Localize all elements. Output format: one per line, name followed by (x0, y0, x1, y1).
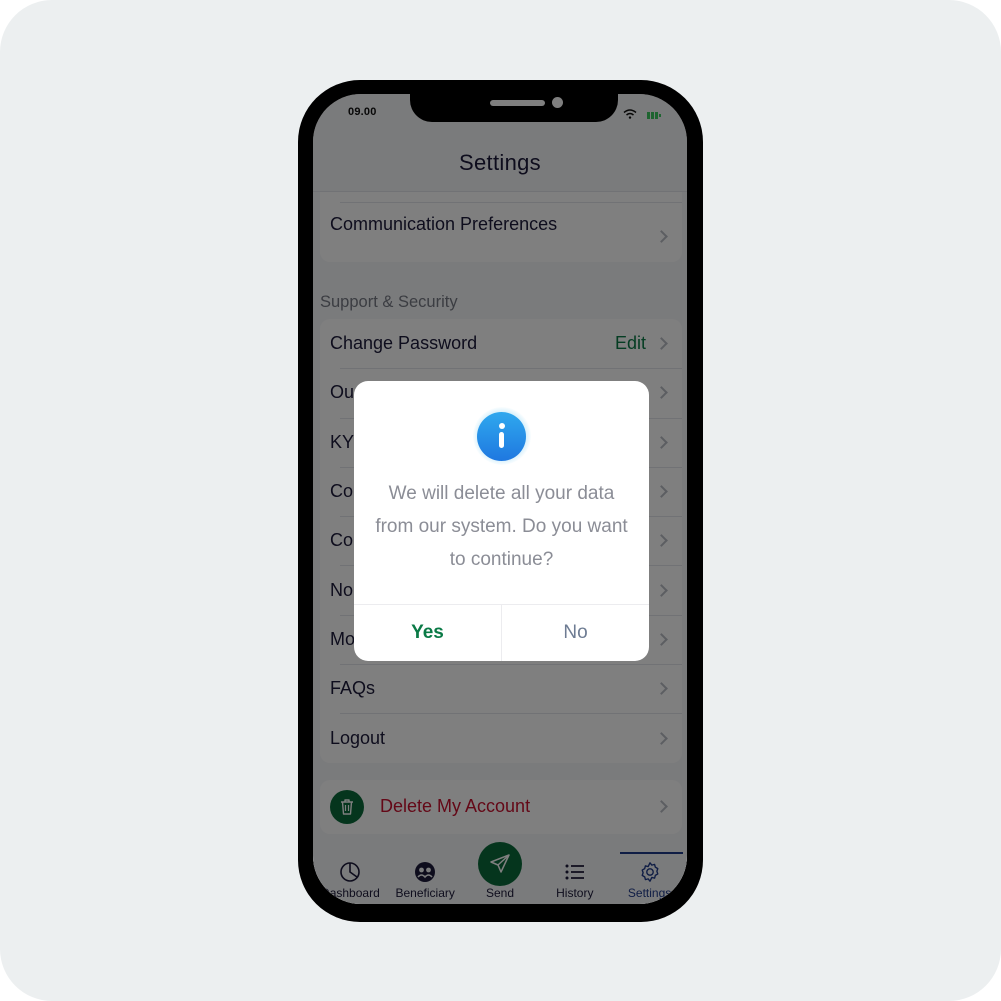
phone-frame: 09.00 Settings Communication Preferences… (298, 80, 703, 922)
info-icon-halo (472, 407, 531, 465)
dialog-actions: Yes No (354, 604, 649, 661)
confirm-delete-dialog: We will delete all your data from our sy… (354, 381, 649, 661)
info-icon (477, 411, 526, 461)
dialog-message: We will delete all your data from our sy… (375, 483, 628, 570)
no-button[interactable]: No (502, 605, 649, 661)
phone-screen: 09.00 Settings Communication Preferences… (313, 94, 687, 904)
yes-button[interactable]: Yes (354, 605, 502, 661)
